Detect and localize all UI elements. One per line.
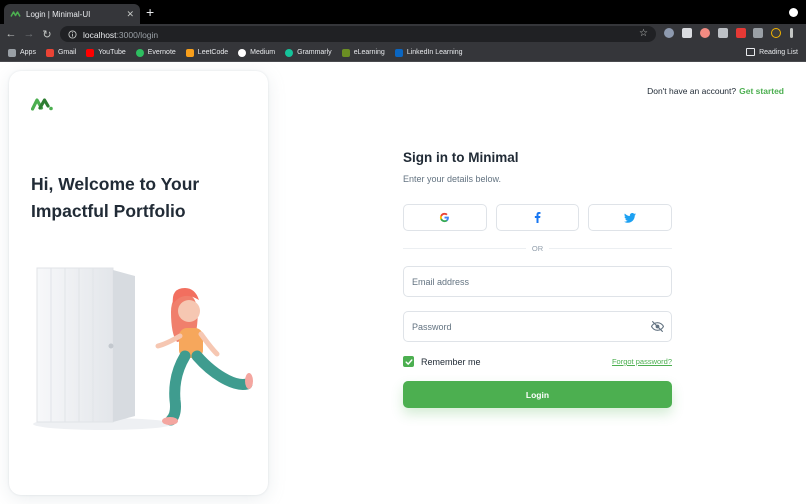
gmail-icon bbox=[45, 48, 54, 57]
signup-prompt-text: Don't have an account? bbox=[647, 86, 737, 96]
door-running-girl-illustration bbox=[33, 267, 253, 430]
form-title: Sign in to Minimal bbox=[403, 150, 519, 165]
new-tab-button[interactable]: + bbox=[146, 4, 154, 20]
remember-me[interactable]: Remember me bbox=[403, 356, 481, 367]
menu-kebab-icon[interactable] bbox=[790, 28, 793, 38]
leetcode-icon bbox=[185, 48, 194, 57]
reading-list-button[interactable]: Reading List bbox=[746, 48, 798, 56]
checkmark-icon bbox=[404, 358, 413, 365]
back-icon[interactable]: ← bbox=[4, 28, 18, 40]
avatar[interactable] bbox=[771, 28, 781, 38]
bookmark-apps[interactable]: Apps bbox=[8, 48, 36, 57]
extensions-puzzle-icon[interactable] bbox=[753, 28, 763, 38]
eye-off-icon[interactable] bbox=[651, 321, 664, 332]
extension-icon-3[interactable] bbox=[700, 28, 710, 38]
evernote-icon bbox=[135, 48, 144, 57]
remember-me-label: Remember me bbox=[421, 356, 481, 367]
login-form: Sign in to Minimal Enter your details be… bbox=[403, 150, 673, 408]
login-button[interactable]: Login bbox=[403, 381, 672, 408]
bookmark-evernote[interactable]: Evernote bbox=[135, 48, 176, 57]
browser-tab[interactable]: Login | Minimal-UI ✕ bbox=[4, 4, 140, 24]
close-tab-icon[interactable]: ✕ bbox=[126, 9, 134, 20]
extension-icon-1[interactable] bbox=[664, 28, 674, 38]
apps-grid-icon bbox=[8, 48, 16, 57]
minimal-logo-icon[interactable] bbox=[31, 97, 53, 111]
extension-icon-5[interactable] bbox=[736, 28, 746, 38]
url-host: localhost bbox=[83, 30, 117, 40]
grammarly-icon bbox=[285, 48, 294, 57]
youtube-icon bbox=[86, 48, 95, 57]
hero-card: Hi, Welcome to Your Impactful Portfolio bbox=[9, 71, 268, 495]
elearning-icon bbox=[341, 48, 350, 57]
facebook-login-button[interactable] bbox=[495, 204, 580, 231]
extension-icon-4[interactable] bbox=[718, 28, 728, 38]
profile-icon[interactable] bbox=[789, 8, 798, 17]
bookmark-youtube[interactable]: YouTube bbox=[86, 48, 126, 57]
login-page: Hi, Welcome to Your Impactful Portfolio bbox=[0, 62, 806, 504]
social-login-row bbox=[403, 204, 673, 231]
hero-heading-line-1: Hi, Welcome to Your bbox=[31, 174, 200, 194]
google-login-button[interactable] bbox=[403, 204, 487, 231]
bookmark-leetcode[interactable]: LeetCode bbox=[185, 48, 228, 57]
password-field bbox=[403, 311, 672, 342]
bookmark-grammarly[interactable]: Grammarly bbox=[285, 48, 332, 57]
twitter-icon bbox=[624, 212, 637, 223]
forward-icon[interactable]: → bbox=[22, 28, 36, 40]
bookmark-elearning[interactable]: eLearning bbox=[341, 48, 385, 57]
info-icon bbox=[68, 29, 77, 39]
signup-prompt: Don't have an account? Get started bbox=[647, 86, 784, 96]
linkedin-learning-icon bbox=[394, 48, 403, 57]
divider-line-right bbox=[549, 248, 672, 249]
or-divider: OR bbox=[403, 244, 672, 253]
hero-heading-line-2: Impactful Portfolio bbox=[31, 201, 186, 221]
minimal-favicon-icon bbox=[10, 11, 21, 17]
password-input[interactable] bbox=[412, 321, 663, 332]
twitter-login-button[interactable] bbox=[588, 204, 673, 231]
divider-line-left bbox=[403, 248, 526, 249]
bookmark-gmail[interactable]: Gmail bbox=[45, 48, 76, 57]
google-icon bbox=[440, 212, 450, 223]
remember-row: Remember me Forgot password? bbox=[403, 356, 672, 367]
remember-me-checkbox[interactable] bbox=[403, 356, 414, 367]
facebook-icon bbox=[534, 212, 541, 223]
email-field bbox=[403, 266, 672, 297]
bookmark-medium[interactable]: Medium bbox=[238, 48, 275, 57]
forgot-password-link[interactable]: Forgot password? bbox=[612, 357, 672, 366]
form-subtitle: Enter your details below. bbox=[403, 174, 502, 184]
browser-tab-bar: Login | Minimal-UI ✕ + bbox=[0, 0, 806, 24]
bookmark-star-icon[interactable]: ☆ bbox=[639, 28, 648, 39]
reload-icon[interactable]: ↻ bbox=[40, 28, 54, 41]
extension-icon-2[interactable] bbox=[682, 28, 692, 38]
address-bar[interactable]: localhost:3000/login ☆ bbox=[60, 26, 656, 42]
medium-icon bbox=[238, 48, 247, 57]
url-path: :3000/login bbox=[116, 30, 159, 40]
email-input[interactable] bbox=[412, 276, 663, 287]
reading-list-icon bbox=[746, 48, 756, 56]
get-started-link[interactable]: Get started bbox=[739, 86, 784, 96]
bookmark-linkedin-learning[interactable]: LinkedIn Learning bbox=[394, 48, 462, 57]
tab-title: Login | Minimal-UI bbox=[26, 9, 91, 19]
bookmarks-bar: Apps Gmail YouTube Evernote LeetCode Med… bbox=[0, 44, 806, 62]
or-label: OR bbox=[531, 244, 544, 253]
hero-heading: Hi, Welcome to Your Impactful Portfolio bbox=[31, 171, 251, 225]
